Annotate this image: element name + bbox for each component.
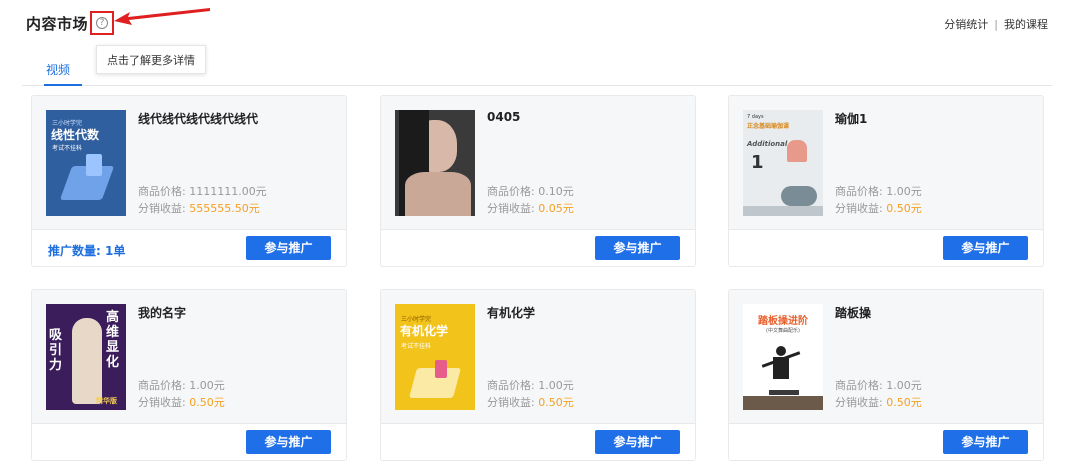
thumb-illustration [405,172,471,216]
link-separator: | [994,18,998,31]
product-card[interactable]: 三小时学完 有机化学 考试不挂科 有机化学 商品价格: 1.00元 分销收益: … [380,289,696,461]
thumb-text: 高维显化 [106,310,120,370]
tab-active-indicator [44,84,82,86]
product-card-footer: 推广数量: 1单 参与推广 [32,229,346,266]
product-thumbnail-organic-chemistry: 三小时学完 有机化学 考试不挂科 [395,304,475,410]
product-price: 商品价格: 1.00元 [835,379,922,392]
join-promotion-button[interactable]: 参与推广 [246,430,331,454]
product-card[interactable]: 踏板操进阶 (中文舞曲配乐) 踏板操 商品价格: 1.00元 分销收益: 0.5… [728,289,1044,461]
product-card[interactable]: 三小时学完 线性代数 考试不挂科 线代线代线代线代线代 商品价格: 111111… [31,95,347,267]
question-circle-icon[interactable]: ? [96,17,108,29]
product-title: 我的名字 [138,306,187,320]
product-title: 踏板操 [835,306,872,320]
product-card-footer: 参与推广 [381,229,695,266]
help-highlight-box[interactable]: ? [90,11,114,35]
thumb-illustration [743,396,823,410]
product-income: 分销收益: 0.50元 [835,202,922,215]
product-card[interactable]: 吸引力 高维显化 精华版 我的名字 商品价格: 1.00元 分销收益: 0.50… [31,289,347,461]
thumb-illustration [787,140,807,162]
tab-bar: 视频 [22,53,1052,86]
product-thumbnail-step-aerobics: 踏板操进阶 (中文舞曲配乐) [743,304,823,410]
thumb-illustration [435,360,447,378]
join-promotion-button[interactable]: 参与推广 [246,236,331,260]
thumb-text: 7 days [747,114,764,120]
join-promotion-button[interactable]: 参与推广 [943,430,1028,454]
product-card-footer: 参与推广 [729,423,1043,460]
product-income: 分销收益: 0.05元 [487,202,574,215]
thumb-text: 线性代数 [51,128,100,142]
join-promotion-button[interactable]: 参与推广 [595,236,680,260]
thumb-text: 1 [751,152,764,173]
product-card-body: 0405 商品价格: 0.10元 分销收益: 0.05元 [381,96,695,229]
page-title: 内容市场 [26,15,89,33]
thumb-text: 正念基础瑜伽课 [747,123,790,130]
thumb-illustration [86,154,102,176]
product-card-footer: 参与推广 [729,229,1043,266]
product-title: 瑜伽1 [835,112,868,126]
product-income: 分销收益: 0.50元 [835,396,922,409]
thumb-illustration [776,346,786,356]
thumb-text: Additional [747,140,788,148]
product-card-body: 踏板操进阶 (中文舞曲配乐) 踏板操 商品价格: 1.00元 分销收益: 0.5… [729,290,1043,423]
product-income: 分销收益: 555555.50元 [138,202,260,215]
promo-count: 推广数量: 1单 [48,244,126,258]
distribution-stats-link[interactable]: 分销统计 [944,18,988,31]
thumb-text: 考试不挂科 [52,145,83,152]
product-card[interactable]: 7 days 正念基础瑜伽课 Additional 1 瑜伽1 商品价格: 1.… [728,95,1044,267]
thumb-illustration [743,206,823,216]
product-title: 0405 [487,110,521,124]
product-title: 有机化学 [487,306,536,320]
thumb-illustration [72,318,102,404]
thumb-illustration [781,186,817,206]
product-income: 分销收益: 0.50元 [138,396,225,409]
product-title: 线代线代线代线代线代 [138,112,259,126]
product-thumbnail-linear-algebra: 三小时学完 线性代数 考试不挂科 [46,110,126,216]
thumb-text: 有机化学 [400,324,449,338]
join-promotion-button[interactable]: 参与推广 [595,430,680,454]
thumb-text: 考试不挂科 [401,343,432,350]
product-price: 商品价格: 1.00元 [487,379,574,392]
product-card-footer: 参与推广 [32,423,346,460]
product-thumbnail-yoga: 7 days 正念基础瑜伽课 Additional 1 [743,110,823,216]
product-card-footer: 参与推广 [381,423,695,460]
product-income: 分销收益: 0.50元 [487,396,574,409]
product-card-body: 三小时学完 线性代数 考试不挂科 线代线代线代线代线代 商品价格: 111111… [32,96,346,229]
product-card[interactable]: 0405 商品价格: 0.10元 分销收益: 0.05元 参与推广 [380,95,696,267]
page-header: 内容市场 ? 点击了解更多详情 分销统计 | 我的课程 [0,0,1080,74]
thumb-text: 精华版 [96,397,117,405]
tab-video[interactable]: 视频 [46,61,70,78]
join-promotion-button[interactable]: 参与推广 [943,236,1028,260]
product-thumbnail-attraction: 吸引力 高维显化 精华版 [46,304,126,410]
product-thumbnail-photo [395,110,475,216]
annotation-arrow-icon [114,8,210,25]
my-courses-link[interactable]: 我的课程 [1004,18,1048,31]
thumb-text: (中文舞曲配乐) [766,328,800,334]
thumb-text: 踏板操进阶 [758,316,808,327]
product-price: 商品价格: 1111111.00元 [138,185,267,198]
header-links: 分销统计 | 我的课程 [944,16,1048,32]
thumb-illustration [769,390,799,395]
product-price: 商品价格: 1.00元 [138,379,225,392]
product-price: 商品价格: 0.10元 [487,185,574,198]
product-price: 商品价格: 1.00元 [835,185,922,198]
product-card-body: 7 days 正念基础瑜伽课 Additional 1 瑜伽1 商品价格: 1.… [729,96,1043,229]
thumb-text: 吸引力 [49,328,63,373]
product-card-body: 三小时学完 有机化学 考试不挂科 有机化学 商品价格: 1.00元 分销收益: … [381,290,695,423]
product-card-body: 吸引力 高维显化 精华版 我的名字 商品价格: 1.00元 分销收益: 0.50… [32,290,346,423]
